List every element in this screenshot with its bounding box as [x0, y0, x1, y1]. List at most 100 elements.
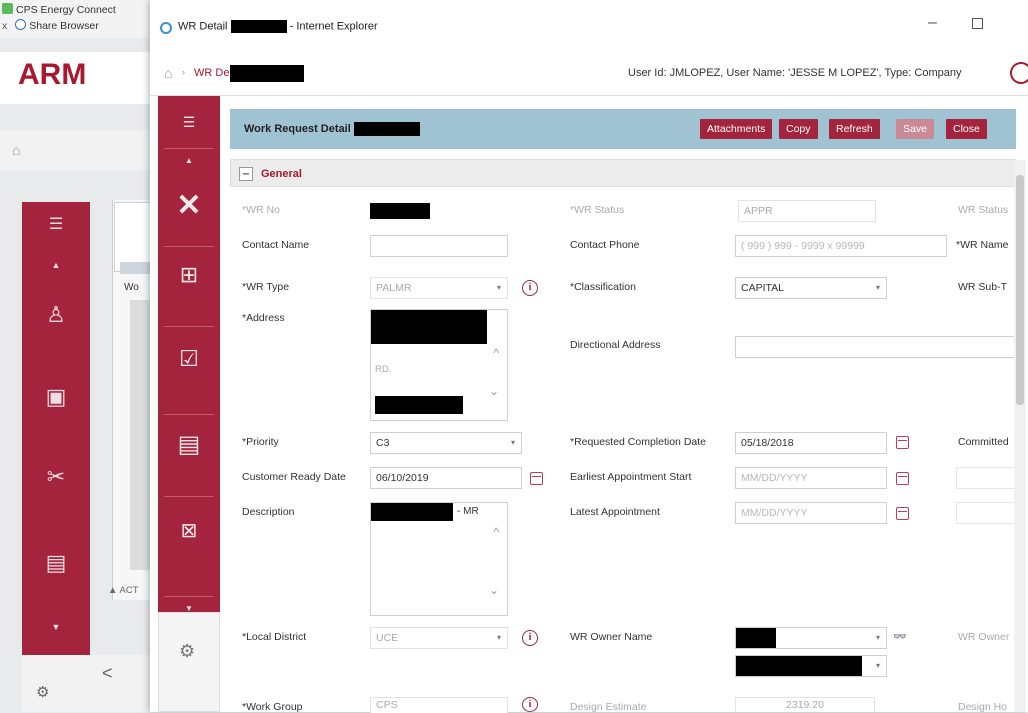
committed-input[interactable] [956, 467, 1016, 489]
menu-icon[interactable]: ☰ [158, 114, 220, 131]
internet-explorer-icon [160, 22, 172, 34]
chevron-down-icon: ▾ [875, 633, 880, 642]
wr-owner-name-select[interactable]: ▾ [735, 627, 887, 649]
collapse-toggle[interactable]: – [239, 167, 253, 181]
priority-label: *Priority [242, 436, 279, 448]
document-icon[interactable]: ▤ [158, 430, 220, 459]
scrollbar-thumb[interactable] [1016, 175, 1024, 405]
wr-status-desc-label: WR Status [958, 204, 1009, 216]
breadcrumb-separator: › [182, 67, 185, 77]
copy-button[interactable]: Copy [779, 119, 818, 139]
scroll-down-icon[interactable]: ⌄ [489, 384, 499, 398]
general-section-header[interactable]: – General [230, 159, 1016, 187]
list-icon[interactable]: ▤ [22, 550, 90, 576]
chevron-down-icon: ▾ [496, 633, 501, 642]
background-tab-cps[interactable]: CPS Energy Connect [2, 2, 116, 18]
redacted-block [230, 20, 287, 33]
user-settings-icon[interactable]: ♙ [22, 302, 90, 328]
description-textarea[interactable]: - MR ^ ⌄ [370, 502, 508, 616]
wr-detail-window: WR Detail - Internet Explorer – ⌂ › WR D… [150, 0, 1028, 713]
directional-address-input[interactable] [735, 336, 1016, 358]
cancel-card-icon[interactable]: ⊠ [158, 518, 220, 543]
scroll-up-icon[interactable]: ▲ [22, 260, 90, 270]
address-text: RD. [375, 364, 392, 375]
wr-name-label: *WR Name [956, 239, 1009, 251]
background-header: ARM [0, 52, 150, 104]
camera-icon[interactable] [1010, 62, 1028, 84]
checklist-icon[interactable]: ☑ [158, 346, 220, 372]
tools-icon[interactable]: ✂ [22, 464, 90, 490]
earliest-appt-label: Earliest Appointment Start [570, 471, 692, 483]
wr-no-value [370, 203, 430, 219]
priority-select[interactable]: C3 ▾ [370, 432, 522, 454]
latest-appt-input[interactable]: MM/DD/YYYY [735, 502, 887, 524]
arm-logo: ARM [18, 58, 87, 91]
background-tab-share-browser[interactable]: x Share Browser [2, 18, 99, 34]
tools-icon[interactable]: ✕ [158, 188, 220, 223]
local-district-select: UCE ▾ [370, 627, 508, 649]
classification-select[interactable]: CAPITAL ▾ [735, 277, 887, 299]
close-button[interactable]: Close [946, 119, 987, 139]
detail-content: – General *WR No *WR Status APPR WR Stat… [230, 149, 1016, 713]
settings-gear-icon[interactable]: ⚙ [36, 683, 49, 701]
requested-completion-input[interactable]: 05/18/2018 [735, 432, 887, 454]
breadcrumb-bar: ⌂ › WR Detail User Id: JMLOPEZ, User Nam… [150, 52, 1028, 96]
app-icon [2, 3, 13, 14]
info-icon[interactable]: i [522, 697, 538, 712]
maximize-button[interactable] [972, 18, 983, 29]
contact-phone-input[interactable]: ( 999 ) 999 - 9999 x 99999 [735, 235, 947, 257]
directional-address-label: Directional Address [570, 339, 661, 351]
settings-gear-icon[interactable]: ⚙ [179, 641, 195, 662]
tab-close-icon[interactable]: x [2, 20, 7, 32]
background-panel-label: Wo [124, 282, 139, 293]
rail-divider [164, 246, 214, 247]
work-group-select: CPS [370, 697, 508, 713]
classification-label: *Classification [570, 281, 636, 293]
background-panel-bar [120, 262, 150, 274]
home-icon[interactable]: ⌂ [12, 142, 20, 158]
contact-phone-label: Contact Phone [570, 239, 640, 251]
wr-status-field: APPR [738, 200, 876, 222]
save-button[interactable]: Save [896, 119, 934, 139]
calendar-icon[interactable] [896, 472, 909, 485]
user-info: User Id: JMLOPEZ, User Name: 'JESSE M LO… [628, 67, 962, 79]
scroll-up-icon[interactable]: ^ [493, 525, 499, 539]
calendar-icon[interactable] [896, 507, 909, 520]
home-icon[interactable]: ⌂ [164, 65, 172, 81]
menu-icon[interactable]: ☰ [22, 214, 90, 234]
minimize-button[interactable]: – [928, 14, 937, 32]
earliest-appt-input[interactable]: MM/DD/YYYY [735, 467, 887, 489]
rail-footer: ⚙ [158, 612, 220, 712]
search-icon [15, 19, 27, 30]
design-estimate-label: Design Estimate [570, 701, 647, 713]
info-icon[interactable]: i [522, 280, 538, 296]
calendar-icon[interactable] [896, 436, 909, 449]
attachments-button[interactable]: Attachments [700, 119, 773, 139]
contact-name-input[interactable] [370, 235, 508, 257]
scroll-down-icon[interactable]: ⌄ [489, 583, 499, 597]
chevron-down-icon: ▾ [875, 661, 880, 670]
info-icon[interactable]: i [522, 630, 538, 646]
scroll-down-icon[interactable]: ▼ [22, 622, 90, 632]
scroll-up-icon[interactable]: ^ [493, 346, 499, 360]
redacted-block [230, 65, 304, 82]
rail-divider [164, 414, 214, 415]
refresh-button[interactable]: Refresh [829, 119, 880, 139]
wr-owner-secondary-select[interactable]: ▾ [735, 655, 887, 677]
background-tab-strip: CPS Energy Connect x Share Browser [0, 0, 150, 38]
cost-icon[interactable]: ▣ [22, 384, 90, 410]
latest-appt-label: Latest Appointment [570, 506, 660, 518]
redacted-block [736, 656, 862, 676]
customer-ready-input[interactable]: 06/10/2019 [370, 467, 522, 489]
calendar-icon[interactable] [530, 472, 543, 485]
hierarchy-icon[interactable]: ⊞ [158, 262, 220, 288]
latest-appt-extra-input[interactable] [956, 502, 1016, 524]
address-textarea[interactable]: RD. ^ ⌄ [370, 309, 508, 421]
back-arrow-icon[interactable]: < [102, 663, 113, 684]
scroll-up-icon[interactable]: ▲ [158, 156, 220, 165]
background-action-label[interactable]: ▲ ACT [108, 585, 139, 596]
background-footer: ⚙ < [22, 655, 152, 712]
redacted-block [371, 310, 487, 344]
customer-ready-label: Customer Ready Date [242, 471, 346, 483]
binoculars-icon[interactable]: 👓 [893, 630, 907, 643]
